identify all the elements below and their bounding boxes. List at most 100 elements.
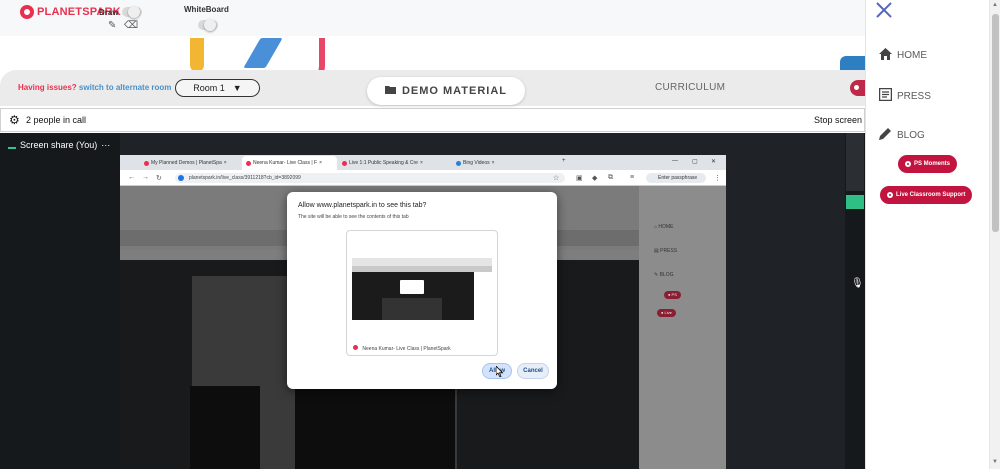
whiteboard-blue-shape — [243, 38, 283, 68]
scroll-down-icon[interactable]: ▼ — [992, 459, 998, 465]
screen-share-area: Screen share (You) ··· 🎙 My Planned Demo… — [0, 133, 865, 469]
planetspark-logo-icon — [20, 5, 34, 19]
close-icon[interactable]: × — [492, 160, 495, 166]
tab-preview-card[interactable]: Neena Kumar- Live Class | PlanetSpark — [346, 230, 498, 356]
right-sidebar: HOME PRESS BLOG PS Moments Live Classroo… — [865, 0, 1000, 469]
reload-icon[interactable]: ↻ — [156, 174, 162, 182]
browser-tab-active[interactable]: Neena Kumar- Live Class | F × — [242, 156, 337, 170]
room-select-value: Room 1 — [193, 83, 225, 93]
inner-dark-block — [190, 386, 260, 469]
preview-header — [352, 258, 492, 266]
inner-pill: ● Live — [657, 309, 676, 317]
extension-icon[interactable]: ≡ — [630, 174, 634, 181]
scrollbar-thumb[interactable] — [992, 14, 999, 232]
class-control-row: Having issues? switch to alternate room … — [0, 70, 865, 106]
sidebar-item-label: HOME — [897, 50, 927, 61]
gear-icon[interactable]: ⚙ — [9, 113, 20, 127]
app-root: PLANETSPARK Draw ✎ ⌫ WhiteBoard Having i… — [0, 0, 1000, 469]
maximize-icon[interactable]: ▢ — [692, 158, 698, 165]
cancel-button[interactable]: Cancel — [517, 363, 549, 379]
more-options-icon[interactable]: ··· — [101, 140, 110, 150]
switch-room-link[interactable]: switch to alternate room — [79, 83, 171, 92]
extension-icon[interactable]: ◆ — [592, 174, 597, 182]
share-permission-dialog: Allow www.planetspark.in to see this tab… — [287, 192, 557, 389]
live-classroom-support-label: Live Classroom Support — [896, 192, 966, 198]
room-select[interactable]: Room 1 ▼ — [175, 79, 260, 97]
chevron-down-icon: ▼ — [232, 83, 242, 93]
preview-subheader — [352, 266, 492, 272]
back-icon[interactable]: ← — [128, 174, 135, 181]
browser-tab[interactable]: Bing Videos × — [452, 156, 552, 170]
stop-screen-button[interactable]: Stop screen — [814, 115, 862, 125]
close-icon[interactable]: × — [224, 160, 227, 166]
play-icon — [887, 192, 893, 198]
browser-tab[interactable]: My Planned Demos | PlanetSpa × — [140, 156, 240, 170]
close-icon[interactable]: × — [319, 160, 322, 166]
eraser-icon[interactable]: ⌫ — [124, 20, 138, 31]
demo-material-button[interactable]: DEMO MATERIAL — [367, 77, 525, 105]
scroll-up-icon[interactable]: ▲ — [992, 2, 998, 8]
browser-tab-label: Bing Videos — [463, 160, 490, 166]
call-bar: ⚙ 2 people in call Stop screen — [0, 108, 865, 132]
inner-sidebar-blog: ✎ BLOG — [654, 272, 674, 278]
whiteboard-label: WhiteBoard — [184, 5, 229, 14]
sidebar-item-press[interactable]: PRESS — [878, 87, 931, 104]
share-indicator-icon — [8, 147, 16, 149]
extension-icon[interactable]: ▣ — [576, 174, 583, 182]
browser-tab-label: Live 1:1 Public Speaking & Cre — [349, 160, 418, 166]
pencil-icon[interactable]: ✎ — [108, 20, 116, 31]
sidebar-item-label: BLOG — [897, 129, 925, 141]
dialog-subtitle: The site will be able to see the content… — [298, 214, 409, 220]
curriculum-tab[interactable]: CURRICULUM — [655, 82, 725, 93]
favicon-icon — [246, 160, 251, 166]
dialog-title: Allow www.planetspark.in to see this tab… — [298, 202, 427, 209]
issues-text: Having issues? switch to alternate room — [18, 83, 171, 92]
favicon-icon — [342, 160, 347, 166]
ps-moments-button[interactable]: PS Moments — [898, 155, 958, 173]
menu-icon[interactable]: ⋮ — [714, 174, 721, 182]
tab-preview-caption: Neena Kumar- Live Class | PlanetSpark — [353, 345, 451, 352]
browser-tab[interactable]: Live 1:1 Public Speaking & Cre × — [338, 156, 448, 170]
browser-tab-label: My Planned Demos | PlanetSpa — [151, 160, 222, 166]
close-icon[interactable] — [874, 0, 894, 26]
extension-icon[interactable]: ⧉ — [608, 174, 613, 182]
minimize-icon[interactable]: — — [672, 158, 678, 164]
close-window-icon[interactable]: ✕ — [711, 158, 716, 165]
page-scrollbar[interactable]: ▲ ▼ — [989, 0, 1000, 469]
preview-dialog-shape — [400, 280, 424, 294]
record-indicator[interactable] — [850, 80, 865, 96]
screen-share-title: Screen share (You) — [20, 140, 98, 150]
share-left-panel — [0, 133, 120, 469]
microphone-icon[interactable]: 🎙 — [851, 278, 864, 289]
favicon-icon — [456, 160, 461, 166]
draw-label: Draw — [99, 8, 119, 17]
ps-moments-label: PS Moments — [914, 161, 951, 167]
people-count: 2 people in call — [26, 115, 87, 125]
favicon-icon — [144, 160, 149, 166]
play-icon — [905, 161, 911, 167]
pencil-icon — [878, 127, 892, 143]
draw-toggle[interactable] — [122, 6, 142, 18]
sidebar-item-home[interactable]: HOME — [878, 48, 927, 63]
whiteboard-toggle[interactable] — [198, 19, 218, 31]
close-icon[interactable]: × — [420, 160, 423, 166]
issues-prefix: Having issues? — [18, 83, 77, 92]
star-icon[interactable]: ☆ — [553, 174, 559, 182]
folder-icon — [384, 85, 396, 97]
passphrase-button[interactable]: Enter passphrase — [646, 173, 706, 183]
tab-preview-image — [352, 258, 492, 320]
home-icon — [878, 48, 892, 63]
participant-status-tab — [846, 195, 864, 209]
inner-sidebar: ⌂ HOME ▤ PRESS ✎ BLOG ● PS ● Live — [639, 186, 726, 469]
browser-address-bar: ← → ↻ planetspark.in/live_class/3911218?… — [120, 170, 726, 186]
preview-block — [382, 298, 442, 320]
live-classroom-support-button[interactable]: Live Classroom Support — [880, 186, 973, 204]
sidebar-item-blog[interactable]: BLOG — [878, 127, 925, 143]
forward-icon[interactable]: → — [142, 174, 149, 181]
new-tab-button[interactable]: + — [562, 158, 566, 164]
whiteboard-yellow-shape — [190, 38, 204, 72]
browser-tab-label: Neena Kumar- Live Class | F — [253, 160, 318, 166]
participant-thumbnail[interactable] — [846, 133, 864, 191]
browser-tab-strip: My Planned Demos | PlanetSpa × Neena Kum… — [120, 155, 726, 170]
url-field[interactable]: planetspark.in/live_class/3911218?cb_id=… — [175, 173, 565, 183]
